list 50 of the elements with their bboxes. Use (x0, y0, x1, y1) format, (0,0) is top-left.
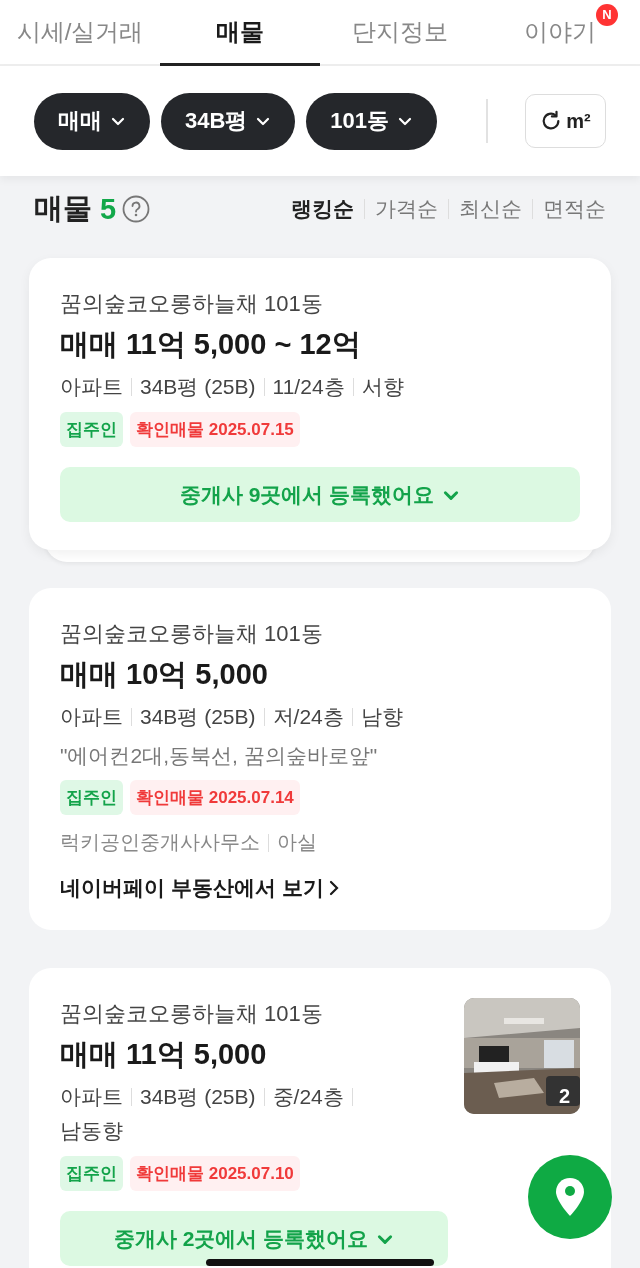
complex-name: 꿈의숲코오롱하늘채 101동 (60, 1000, 324, 1028)
section-title: 매물 (34, 191, 92, 226)
help-icon[interactable] (122, 195, 151, 223)
price: 매매 11억 5,000 ~ 12억 (60, 327, 362, 362)
listing-detail: 중/24층 (272, 1084, 344, 1110)
listing-detail: 아파트 (60, 374, 123, 400)
complex-name: 꿈의숲코오롱하늘채 101동 (60, 290, 324, 318)
verified-tag: 확인매물 2025.07.14 (130, 780, 300, 815)
agent-name: 아실 (277, 830, 317, 855)
unit-toggle-button[interactable]: m² (525, 94, 606, 148)
price: 매매 11억 5,000 (60, 1037, 268, 1072)
listing-card[interactable]: 꿈의숲코오롱하늘채 101동 매매 11억 5,000 아파트 34B평 (25B) 중/24층 남동향 집주인 확인매물 2025.07.10 중개사 2곳에서 등록했어요 2 (29, 968, 611, 1268)
complex-name: 꿈의숲코오롱하늘채 101동 (60, 620, 324, 648)
sort-option[interactable]: 가격순 (365, 195, 448, 223)
listing-detail: 저/24층 (272, 704, 344, 730)
listing-detail: 11/24층 (272, 374, 345, 400)
listing-detail: 아파트 (60, 704, 123, 730)
photo-count: 2 (558, 1085, 570, 1108)
listing-count: 5 (100, 192, 117, 226)
agent-name: 럭키공인중개사사무소 (60, 830, 260, 855)
listing-detail: 남동향 (60, 1118, 123, 1144)
filter-dropdown[interactable]: 34B평 (161, 92, 296, 150)
listing-detail: 34B평 (25B) (140, 1084, 256, 1110)
listing-photo[interactable]: 2 (464, 998, 580, 1114)
owner-tag: 집주인 (60, 1156, 123, 1191)
listing-detail: 서향 (361, 374, 404, 400)
view-link[interactable]: 네이버페이 부동산에서 보기 (60, 874, 340, 902)
listing-detail: 아파트 (60, 1084, 123, 1110)
owner-tag: 집주인 (60, 780, 123, 815)
price: 매매 10억 5,000 (60, 657, 269, 692)
sort-option[interactable]: 면적순 (533, 195, 606, 223)
tab[interactable]: 이야기 N (480, 0, 640, 66)
chevron-right-icon (327, 880, 340, 896)
filter-dropdown[interactable]: 101동 (306, 92, 438, 150)
location-pin-icon (554, 1177, 586, 1217)
tab[interactable]: 단지정보 (320, 0, 480, 66)
sort-option[interactable]: 최신순 (449, 195, 532, 223)
listing-card[interactable]: 꿈의숲코오롱하늘채 101동 매매 11억 5,000 ~ 12억 아파트 34B평 (25B) 11/24층 서향 집주인 확인매물 2025.07.15 중개사 9곳에서 등록했어요 (29, 258, 611, 550)
tab[interactable]: 시세/실거래 (0, 0, 160, 66)
verified-tag: 확인매물 2025.07.15 (130, 412, 300, 447)
sort-option[interactable]: 랭킹순 (281, 195, 364, 223)
listing-detail: 남향 (360, 704, 403, 730)
listing-card[interactable]: 꿈의숲코오롱하늘채 101동 매매 10억 5,000 아파트 34B평 (25B) 저/24층 남향 "에어컨2대,동북선, 꿈의숲바로앞" 집주인 확인매물 2025.07.14 럭키공인중개사사무소 아실 네이버페이 부동산에서 보기 (29, 588, 611, 930)
new-badge: N (596, 3, 618, 26)
verified-tag: 확인매물 2025.07.10 (130, 1156, 300, 1191)
filter-dropdown[interactable]: 매매 (34, 92, 150, 150)
listing-detail: 34B평 (25B) (140, 704, 256, 730)
listing-description: "에어컨2대,동북선, 꿈의숲바로앞" (60, 743, 379, 769)
owner-tag: 집주인 (60, 412, 123, 447)
listing-detail: 34B평 (25B) (140, 374, 256, 400)
